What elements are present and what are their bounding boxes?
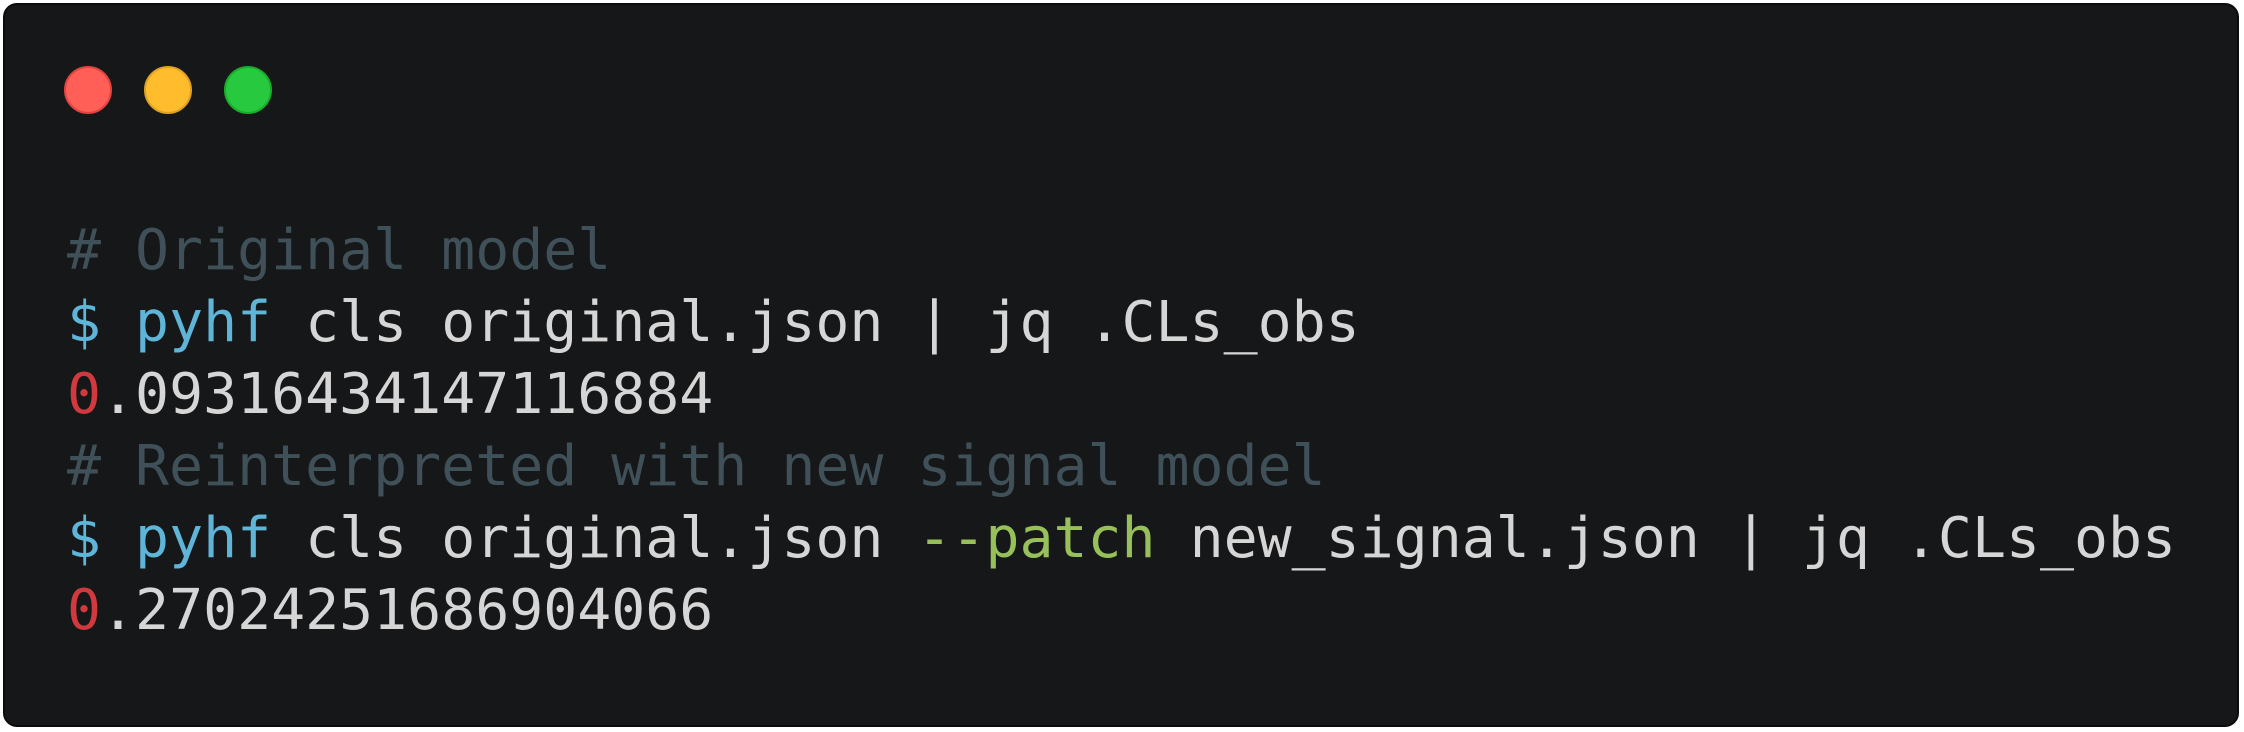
command-line: $ pyhf cls original.json --patch new_sig… [67, 503, 2176, 575]
prompt-symbol: $ [67, 290, 136, 355]
output-leading-digit: 0 [67, 578, 102, 643]
output-line: 0.09316434147116884 [67, 359, 2176, 431]
command-args: new_signal.json | jq .CLs_obs [1155, 506, 2177, 571]
maximize-button[interactable] [224, 66, 272, 114]
terminal-window: # Original model $ pyhf cls original.json… [3, 3, 2239, 727]
command-name: pyhf [135, 290, 272, 355]
command-line: $ pyhf cls original.json | jq .CLs_obs [67, 287, 2176, 359]
output-value: .09316434147116884 [101, 362, 714, 427]
comment-text: # Reinterpreted with new signal model [67, 434, 1326, 499]
command-args: cls original.json | jq .CLs_obs [271, 290, 1360, 355]
comment-text: # Original model [67, 218, 612, 283]
output-leading-digit: 0 [67, 362, 102, 427]
output-value: .27024251686904066 [101, 578, 714, 643]
minimize-button[interactable] [144, 66, 192, 114]
command-flag: --patch [917, 506, 1156, 571]
close-button[interactable] [64, 66, 112, 114]
terminal-output: # Original model $ pyhf cls original.json… [67, 215, 2176, 647]
comment-line: # Original model [67, 215, 2176, 287]
comment-line: # Reinterpreted with new signal model [67, 431, 2176, 503]
command-name: pyhf [135, 506, 272, 571]
command-args: cls original.json [271, 506, 918, 571]
output-line: 0.27024251686904066 [67, 575, 2176, 647]
prompt-symbol: $ [67, 506, 136, 571]
